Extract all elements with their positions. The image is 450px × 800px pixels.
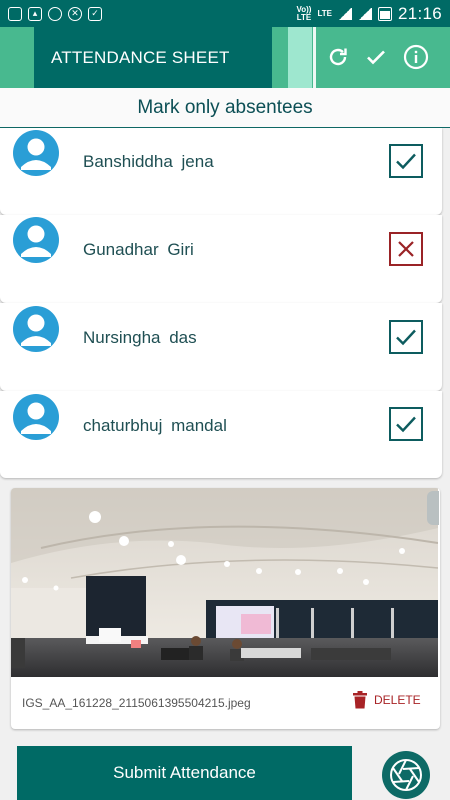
scroll-handle[interactable] bbox=[427, 491, 439, 525]
student-row: Gunadhar Giri bbox=[0, 215, 442, 303]
student-row: Nursingha das bbox=[0, 303, 442, 391]
lte-indicator: LTE bbox=[317, 8, 332, 18]
attachment-card: IGS_AA_161228_2115061395504215.jpeg DELE… bbox=[11, 488, 440, 729]
clock: 21:16 bbox=[397, 3, 442, 23]
avatar-icon bbox=[13, 130, 59, 176]
present-checkbox[interactable] bbox=[389, 144, 423, 178]
refresh-icon[interactable] bbox=[324, 43, 352, 71]
student-name: Gunadhar Giri bbox=[83, 240, 194, 259]
check-icon[interactable] bbox=[362, 43, 390, 71]
image-icon: ▴ bbox=[28, 6, 42, 21]
student-name: Banshiddha jena bbox=[83, 152, 214, 171]
student-row: chaturbhuj mandal bbox=[0, 391, 442, 478]
delete-button[interactable]: DELETE bbox=[352, 691, 421, 709]
info-icon[interactable] bbox=[402, 43, 430, 71]
camera-button[interactable] bbox=[382, 751, 430, 799]
present-checkbox[interactable] bbox=[389, 407, 423, 441]
absent-checkbox[interactable] bbox=[389, 232, 423, 266]
attachment-photo[interactable] bbox=[11, 488, 438, 677]
student-name: Nursingha das bbox=[83, 328, 197, 347]
whatsapp-icon bbox=[48, 6, 62, 21]
student-row: Banshiddha jena bbox=[0, 128, 442, 215]
battery-icon bbox=[377, 6, 392, 21]
volte-indicator: Vo)) LTE bbox=[296, 4, 312, 22]
avatar-icon bbox=[13, 306, 59, 352]
instructions-text: Mark only absentees bbox=[137, 96, 313, 118]
status-bar: ▴ ✕ ✓ Vo)) LTE LTE 21:16 bbox=[0, 0, 450, 27]
student-name: chaturbhuj mandal bbox=[83, 416, 227, 435]
app-icon: ✕ bbox=[68, 6, 82, 21]
submit-attendance-button[interactable]: Submit Attendance bbox=[17, 746, 352, 800]
present-checkbox[interactable] bbox=[389, 320, 423, 354]
sim-icon bbox=[8, 6, 22, 21]
page-title: ATTENDANCE SHEET bbox=[51, 48, 230, 67]
attachment-filename: IGS_AA_161228_2115061395504215.jpeg bbox=[22, 696, 251, 710]
trash-icon bbox=[353, 691, 367, 709]
signal-2-icon bbox=[357, 7, 372, 20]
signal-icon bbox=[337, 7, 352, 20]
avatar-icon bbox=[13, 217, 59, 263]
avatar-icon bbox=[13, 394, 59, 440]
bag-icon: ✓ bbox=[88, 6, 102, 21]
delete-label: DELETE bbox=[374, 693, 421, 707]
camera-shutter-icon bbox=[390, 759, 422, 791]
instructions-bar: Mark only absentees bbox=[0, 88, 450, 128]
notification-icons: ▴ ✕ ✓ bbox=[8, 6, 102, 21]
app-bar: ATTENDANCE SHEET bbox=[0, 27, 450, 88]
